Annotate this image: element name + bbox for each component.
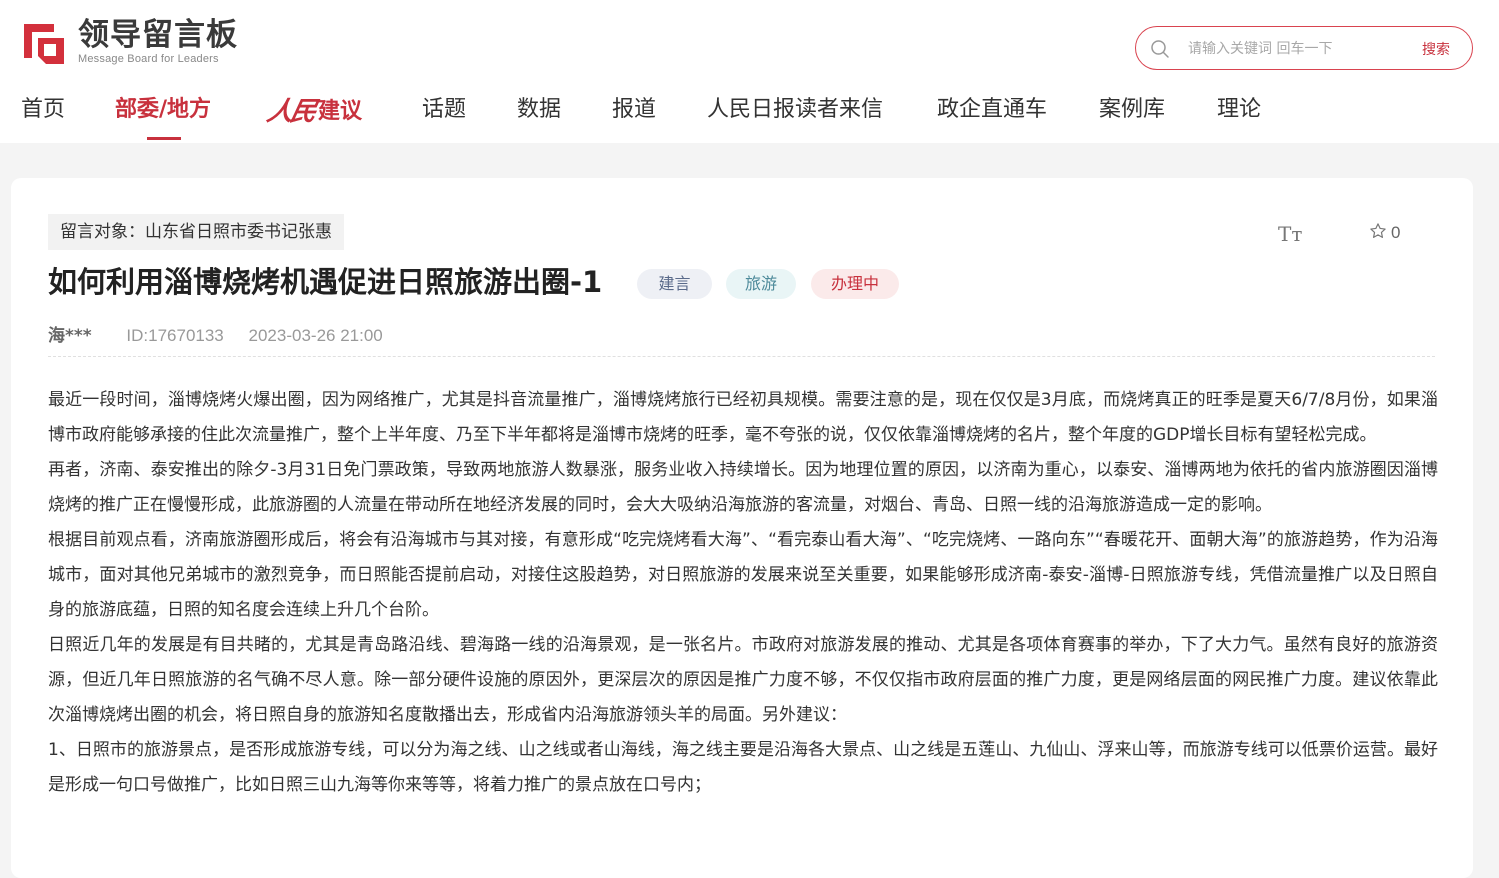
search-input[interactable] [1186,37,1426,61]
message-datetime: 2023-03-26 21:00 [248,326,383,345]
nav-item-data[interactable]: 数据 [517,95,561,125]
divider [48,356,1435,357]
status-badge: 办理中 [811,269,899,299]
search-icon [1150,39,1170,59]
main-nav: 首页 部委/地方 人民 建议 话题 数据 报道 人民日报读者来信 政企直通车 案… [0,92,1499,140]
nav-item-ministries[interactable]: 部委/地方 [115,95,211,125]
field-badge: 旅游 [726,269,796,299]
site-logo[interactable]: 领导留言板 Message Board for Leaders [20,18,238,68]
author-name: 海*** [48,326,92,346]
logo-mark-icon [20,18,68,66]
message-target: 留言对象：山东省日照市委书记张惠 [48,214,344,250]
body-paragraph: 1、日照市的旅游景点，是否形成旅游专线，可以分为海之线、山之线或者山海线，海之线… [48,740,1438,795]
nav-item-home[interactable]: 首页 [21,95,65,125]
nav-item-theory[interactable]: 理论 [1217,95,1261,125]
body-paragraph: 根据目前观点看，济南旅游圈形成后，将会有沿海城市与其对接，有意形成“吃完烧烤看大… [48,530,1438,620]
logo-subtitle: Message Board for Leaders [78,53,219,65]
message-card: 留言对象：山东省日照市委书记张惠 Tт 0 如何利用淄博烧烤机遇促进日照旅游出圈… [11,178,1473,878]
font-size-button[interactable]: Tт [1278,222,1302,246]
message-title: 如何利用淄博烧烤机遇促进日照旅游出圈-1 [48,265,603,299]
favorite-button[interactable]: 0 [1369,222,1400,244]
nav-item-topics[interactable]: 话题 [422,95,466,125]
nav-active-indicator [147,137,181,140]
nav-item-people-suggestion[interactable]: 人民 建议 [264,92,363,127]
type-badge: 建言 [637,269,712,299]
message-meta: 海*** ID:17670133 2023-03-26 21:00 [48,321,413,346]
star-icon [1369,222,1387,244]
nav-item-reports[interactable]: 报道 [612,95,656,125]
nav-item-case-library[interactable]: 案例库 [1099,95,1165,125]
favorite-count: 0 [1391,223,1401,242]
nav-item-label: 建议 [318,99,363,124]
people-daily-mark: 人民 [264,96,317,127]
logo-title: 领导留言板 [78,17,238,53]
search-box: 搜索 [1135,26,1473,70]
nav-item-gov-enterprise[interactable]: 政企直通车 [937,95,1047,125]
body-paragraph: 最近一段时间，淄博烧烤火爆出圈，因为网络推广，尤其是抖音流量推广，淄博烧烤旅行已… [48,390,1438,445]
body-paragraph: 再者，济南、泰安推出的除夕-3月31日免门票政策，导致两地旅游人数暴涨，服务业收… [48,460,1438,515]
message-id: ID:17670133 [126,326,224,345]
search-button[interactable]: 搜索 [1422,39,1450,59]
body-paragraph: 日照近几年的发展是有目共睹的，尤其是青岛路沿线、碧海路一线的沿海景观，是一张名片… [48,635,1438,725]
nav-item-reader-letters[interactable]: 人民日报读者来信 [707,95,883,125]
site-header: 领导留言板 Message Board for Leaders 搜索 首页 部委… [0,0,1499,143]
message-body: 最近一段时间，淄博烧烤火爆出圈，因为网络推广，尤其是抖音流量推广，淄博烧烤旅行已… [48,383,1438,803]
